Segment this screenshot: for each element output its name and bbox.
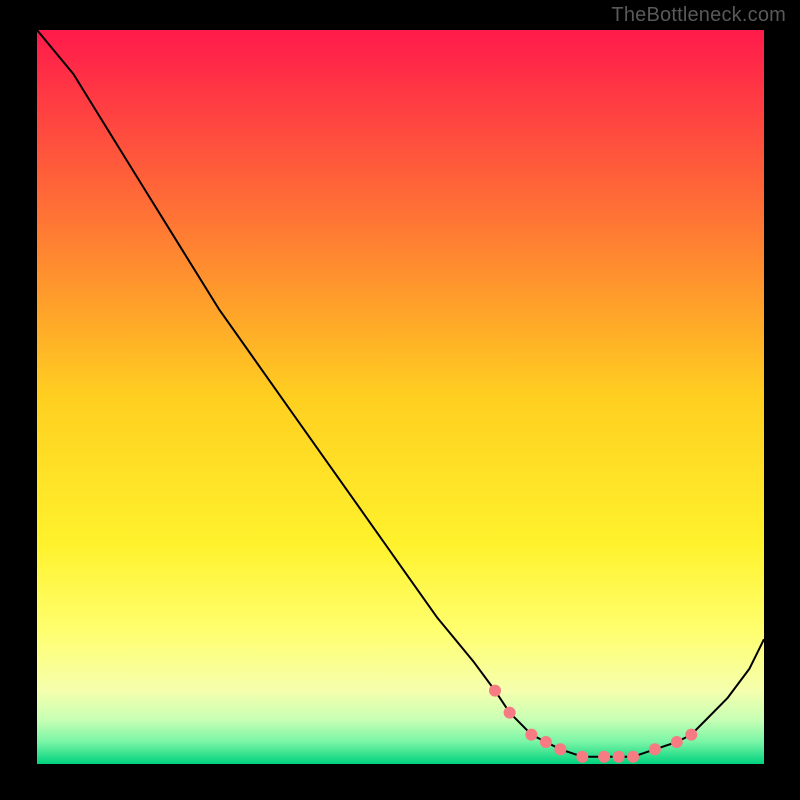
marker-dot [576,751,588,763]
chart-svg [37,30,764,764]
marker-dot [613,751,625,763]
marker-dot [627,751,639,763]
chart-frame: TheBottleneck.com [0,0,800,800]
marker-dot [504,707,516,719]
marker-dot [649,743,661,755]
marker-dot [540,736,552,748]
marker-dot [554,743,566,755]
gradient-background [37,30,764,764]
marker-dot [489,685,501,697]
plot-area [37,30,764,764]
marker-dot [671,736,683,748]
marker-dot [525,729,537,741]
marker-dot [685,729,697,741]
marker-dot [598,751,610,763]
watermark-text: TheBottleneck.com [611,4,786,27]
